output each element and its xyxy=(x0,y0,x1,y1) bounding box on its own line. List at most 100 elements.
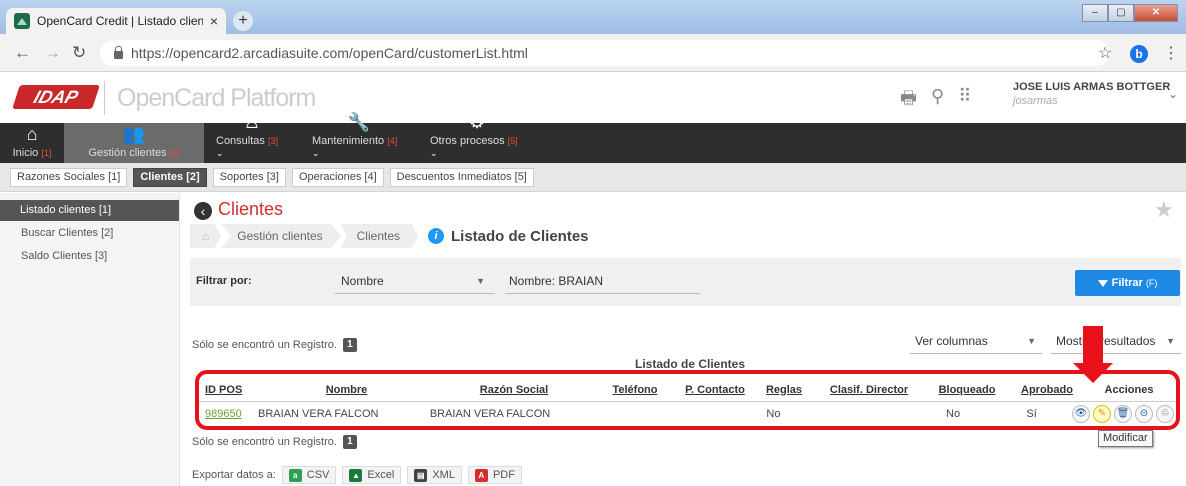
home-icon: ⌂ xyxy=(26,124,38,144)
forward-arrow-icon[interactable]: → xyxy=(44,43,61,63)
print-icon[interactable]: 🖶 xyxy=(900,86,917,116)
search-icon[interactable]: ⚲ xyxy=(931,86,944,116)
close-window-button[interactable]: ✕ xyxy=(1134,4,1178,22)
submenu-soportes[interactable]: Soportes [3] xyxy=(212,167,286,187)
export-csv-button[interactable]: a CSV xyxy=(281,466,337,484)
count-badge: 1 xyxy=(342,338,357,352)
export-xml-button[interactable]: ▤ XML xyxy=(407,466,462,484)
cell-bloqueado: No xyxy=(946,408,961,420)
export-pdf-button[interactable]: A PDF xyxy=(467,466,522,484)
user-menu-chevron-icon[interactable]: ⌄ xyxy=(1168,87,1178,101)
browser-menu-icon[interactable]: ⋮ xyxy=(1163,43,1179,63)
query-icon: ♙ xyxy=(243,112,261,132)
col-aprobado[interactable]: Aprobado xyxy=(1010,384,1084,396)
table-row: 989650 BRAIAN VERA FALCON BRAIAN VERA FA… xyxy=(199,402,1176,426)
filter-button[interactable]: Filtrar (F) xyxy=(1075,270,1180,296)
menu-consultas[interactable]: ♙ Consultas [3] ⌄ xyxy=(204,112,300,163)
submenu-operaciones[interactable]: Operaciones [4] xyxy=(291,167,384,187)
profile-avatar[interactable]: b xyxy=(1130,45,1148,63)
wrench-icon: 🔧 xyxy=(347,112,371,132)
record-count-bottom: Sólo se encontró un Registro. 1 xyxy=(192,435,357,449)
clients-table: ID POS Nombre Razón Social Teléfono P. C… xyxy=(195,370,1180,430)
menu-mantenimiento[interactable]: 🔧 Mantenimiento [4] ⌄ xyxy=(300,112,418,163)
breadcrumb-home-icon[interactable]: ⌂ xyxy=(190,224,222,248)
main-content: ‹ Clientes ★ ⌂ Gestión clientes Clientes… xyxy=(180,193,1186,486)
id-pos-link[interactable]: 989650 xyxy=(205,408,242,420)
reload-icon[interactable]: ↻ xyxy=(72,43,86,63)
app-header: IDAP OpenCard Platform 🖶 ⚲ ⠿ JOSE LUIS A… xyxy=(0,73,1186,123)
col-bloqueado[interactable]: Bloqueado xyxy=(924,384,1010,396)
favorite-star-icon[interactable]: ★ xyxy=(1154,197,1174,223)
back-chevron-icon[interactable]: ‹ xyxy=(194,202,212,220)
submenu-descuentos-inmediatos[interactable]: Descuentos Inmediatos [5] xyxy=(389,167,534,187)
chevron-down-icon: ⌄ xyxy=(216,148,224,158)
cell-razon-social: BRAIAN VERA FALCON xyxy=(429,408,551,420)
caret-down-icon: ▼ xyxy=(1027,336,1036,346)
breadcrumb-gestion-clientes[interactable]: Gestión clientes xyxy=(221,224,341,248)
excel-icon: ▲ xyxy=(349,468,363,482)
col-razon-social[interactable]: Razón Social xyxy=(434,384,594,396)
menu-inicio[interactable]: ⌂ Inicio [1] xyxy=(0,123,64,163)
view-icon[interactable]: 👁 xyxy=(1071,405,1090,423)
page-title: Clientes xyxy=(218,199,284,219)
back-arrow-icon[interactable]: ← xyxy=(14,43,31,63)
submenu-clientes[interactable]: Clientes [2] xyxy=(133,167,207,187)
maximize-button[interactable]: ▢ xyxy=(1108,4,1134,22)
funnel-icon xyxy=(1097,279,1108,287)
apps-grid-icon[interactable]: ⠿ xyxy=(958,86,971,116)
submenu-razones-sociales[interactable]: Razones Sociales [1] xyxy=(10,167,128,187)
col-reglas[interactable]: Reglas xyxy=(754,384,814,396)
results-select[interactable]: Mostrar resultados ▼ xyxy=(1051,328,1181,354)
browser-tab[interactable]: OpenCard Credit | Listado cliente × xyxy=(6,8,226,34)
sidebar-item-listado-clientes[interactable]: Listado clientes [1] xyxy=(0,200,179,221)
url-input[interactable]: https://opencard2.arcadiasuite.com/openC… xyxy=(100,40,1110,66)
minimize-button[interactable]: – xyxy=(1082,4,1108,22)
col-telefono[interactable]: Teléfono xyxy=(594,384,676,396)
approve-icon[interactable]: ♲ xyxy=(1155,405,1174,423)
breadcrumb: ⌂ Gestión clientes Clientes i Listado de… xyxy=(190,224,589,248)
col-clasif-director[interactable]: Clasif. Director xyxy=(814,384,924,396)
header-icons: 🖶 ⚲ ⠿ xyxy=(900,86,971,116)
col-id-pos[interactable]: ID POS xyxy=(199,384,259,396)
chevron-down-icon: ⌄ xyxy=(430,148,438,158)
breadcrumb-clientes[interactable]: Clientes xyxy=(340,224,418,248)
sidebar-item-buscar-clientes[interactable]: Buscar Clientes [2] xyxy=(0,223,179,244)
tab-close-icon[interactable]: × xyxy=(210,13,218,29)
row-actions: 👁 ✎ 🗑 ⊝ ♲ xyxy=(1068,405,1176,423)
table-title: Listado de Clientes xyxy=(635,357,746,371)
filter-label: Filtrar por: xyxy=(196,275,252,287)
sidebar: Listado clientes [1] Buscar Clientes [2]… xyxy=(0,193,180,486)
lock-icon xyxy=(114,46,123,59)
hide-icon[interactable]: ⊝ xyxy=(1134,405,1153,423)
menu-otros-procesos[interactable]: ⚙ Otros procesos [5] ⌄ xyxy=(418,112,536,163)
filter-panel: Filtrar por: Nombre ▼ Nombre: BRAIAN Fil… xyxy=(190,258,1181,306)
platform-title: OpenCard Platform xyxy=(104,81,316,115)
export-excel-button[interactable]: ▲ Excel xyxy=(342,466,402,484)
col-contacto[interactable]: P. Contacto xyxy=(676,384,754,396)
col-acciones: Acciones xyxy=(1104,383,1154,396)
pencil-icon[interactable]: ✎ xyxy=(1092,405,1111,423)
main-menu: ⌂ Inicio [1] 👥 Gestión clientes [2] ♙ Co… xyxy=(0,112,1186,163)
tooltip: Modificar xyxy=(1098,430,1153,447)
filter-field-select[interactable]: Nombre ▼ xyxy=(335,268,495,294)
export-label: Exportar datos a: xyxy=(192,469,276,481)
url-text: https://opencard2.arcadiasuite.com/openC… xyxy=(131,45,528,61)
count-badge: 1 xyxy=(342,435,357,449)
caret-down-icon: ▼ xyxy=(476,276,485,286)
filter-value-input[interactable]: Nombre: BRAIAN xyxy=(505,268,700,294)
user-name[interactable]: JOSE LUIS ARMAS BOTTGER xyxy=(1013,81,1170,93)
users-icon: 👥 xyxy=(122,124,146,144)
gear-icon: ⚙ xyxy=(468,112,486,132)
col-nombre[interactable]: Nombre xyxy=(259,384,434,396)
table-header-row: ID POS Nombre Razón Social Teléfono P. C… xyxy=(199,378,1176,402)
sidebar-item-saldo-clientes[interactable]: Saldo Clientes [3] xyxy=(0,246,179,267)
columns-select[interactable]: Ver columnas ▼ xyxy=(910,328,1042,354)
bookmark-star-icon[interactable]: ☆ xyxy=(1098,43,1112,63)
new-tab-button[interactable]: + xyxy=(233,11,253,31)
chevron-down-icon: ⌄ xyxy=(312,148,320,158)
breadcrumb-current: Listado de Clientes xyxy=(451,227,589,245)
highlight-arrow-head xyxy=(1073,363,1113,383)
menu-gestion-clientes[interactable]: 👥 Gestión clientes [2] xyxy=(64,123,204,163)
sub-menu: Razones Sociales [1] Clientes [2] Soport… xyxy=(0,163,1186,192)
trash-icon[interactable]: 🗑 xyxy=(1113,405,1132,423)
